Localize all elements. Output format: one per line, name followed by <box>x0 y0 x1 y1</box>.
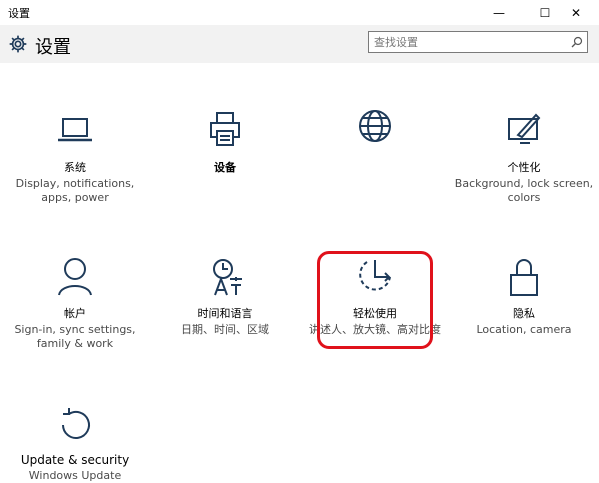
personalization-icon <box>508 113 541 144</box>
tile-description: Sign-in, sync settings, family & work <box>14 323 136 350</box>
highlight-frame <box>317 251 433 349</box>
tile-system[interactable]: 系统 Display, notifications, apps, power <box>5 109 145 205</box>
settings-header: 设置 <box>0 25 599 63</box>
title-bar: 设置 — ☐ ✕ <box>0 0 599 25</box>
tile-description: Location, camera <box>476 323 572 336</box>
tile-title: 设备 <box>214 161 236 174</box>
tile-privacy[interactable]: 隐私 Location, camera <box>454 255 594 337</box>
laptop-icon <box>58 118 92 142</box>
search-box[interactable] <box>368 31 588 53</box>
tile-description: Windows Update <box>28 469 122 482</box>
search-input[interactable] <box>374 32 564 52</box>
close-button[interactable]: ✕ <box>553 0 599 25</box>
tile-description: Background, lock screen, colors <box>454 177 594 204</box>
tile-description: Display, notifications, apps, power <box>15 177 135 204</box>
tile-accounts[interactable]: 帐户 Sign-in, sync settings, family & work <box>5 255 145 351</box>
person-icon <box>58 258 92 296</box>
printer-icon <box>210 112 240 146</box>
tile-title: 系统 <box>64 161 86 174</box>
gear-icon <box>9 35 27 53</box>
tile-title: 时间和语言 <box>197 307 253 320</box>
tile-personalization[interactable]: 个性化 Background, lock screen, colors <box>454 109 594 205</box>
globe-icon <box>359 110 391 142</box>
time-language-icon <box>213 259 242 296</box>
tile-time-language[interactable]: 时间和语言 日期、时间、区域 <box>155 255 295 337</box>
tile-title: 个性化 <box>507 161 541 174</box>
tile-description: 日期、时间、区域 <box>181 323 269 336</box>
page-title: 设置 <box>35 37 71 58</box>
tile-network[interactable] <box>305 109 445 159</box>
tile-title: 帐户 <box>64 307 86 320</box>
minimize-button[interactable]: — <box>476 0 522 25</box>
update-icon <box>62 408 90 439</box>
tile-devices[interactable]: 设备 <box>155 109 295 177</box>
tile-title: 隐私 <box>513 307 535 320</box>
tile-title: Update & security <box>20 453 130 467</box>
window-title: 设置 <box>8 7 30 20</box>
scrollbar[interactable] <box>595 63 599 476</box>
search-icon[interactable] <box>571 36 583 48</box>
settings-grid: 系统 Display, notifications, apps, power 设… <box>0 63 599 482</box>
lock-icon <box>510 259 538 296</box>
tile-update-security[interactable]: Update & security Windows Update <box>5 403 145 483</box>
